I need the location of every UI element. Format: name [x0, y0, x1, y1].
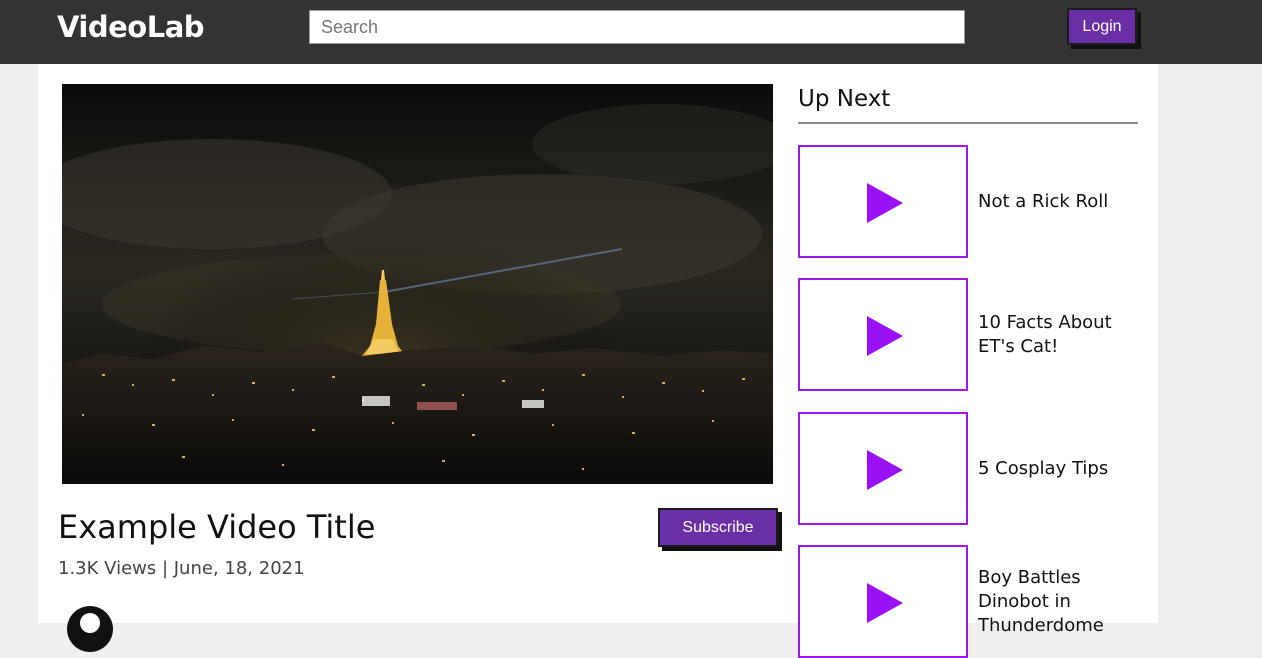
- video-meta: 1.3K Views | June, 18, 2021: [58, 558, 305, 579]
- up-next-item[interactable]: 10 Facts About ET's Cat!: [798, 278, 1138, 391]
- video-thumbnail[interactable]: [798, 412, 968, 525]
- up-next-item[interactable]: Not a Rick Roll: [798, 145, 1138, 258]
- top-bar: VideoLab Login: [0, 0, 1262, 64]
- video-player[interactable]: [62, 84, 773, 484]
- play-icon: [867, 316, 903, 356]
- up-next-heading: Up Next: [798, 84, 1138, 124]
- subscribe-button[interactable]: Subscribe: [658, 508, 778, 547]
- up-next-title[interactable]: Boy Battles Dinobot in Thunderdome: [978, 566, 1128, 638]
- login-button[interactable]: Login: [1067, 8, 1137, 45]
- up-next-title[interactable]: 5 Cosplay Tips: [978, 457, 1128, 481]
- video-title: Example Video Title: [58, 508, 376, 546]
- play-icon: [867, 583, 903, 623]
- up-next-item[interactable]: 5 Cosplay Tips: [798, 412, 1138, 525]
- up-next-title[interactable]: 10 Facts About ET's Cat!: [978, 311, 1128, 359]
- up-next-item[interactable]: Boy Battles Dinobot in Thunderdome: [798, 545, 1138, 658]
- play-icon: [867, 450, 903, 490]
- video-thumbnail[interactable]: [798, 545, 968, 658]
- video-thumbnail[interactable]: [798, 278, 968, 391]
- avatar[interactable]: [67, 606, 113, 652]
- video-thumbnail[interactable]: [798, 145, 968, 258]
- play-icon: [867, 183, 903, 223]
- site-logo[interactable]: VideoLab: [57, 8, 205, 46]
- up-next-title[interactable]: Not a Rick Roll: [978, 190, 1128, 214]
- video-frame-eiffel-night: [62, 84, 773, 484]
- search-input[interactable]: [309, 10, 965, 44]
- user-icon: [80, 613, 100, 633]
